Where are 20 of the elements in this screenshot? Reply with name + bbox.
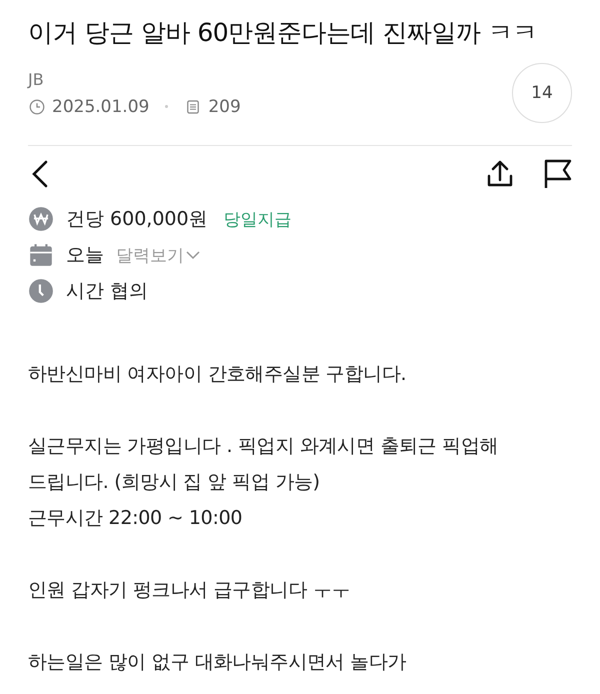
pay-amount: 건당 600,000원 — [66, 207, 208, 232]
body-text: 하반신마비 여자아이 간호해주실분 구합니다. — [28, 362, 408, 387]
view-count: 209 — [208, 96, 241, 116]
report-button[interactable] — [542, 158, 572, 190]
post-title: 이거 당근 알바 60만원준다는데 진짜일까 ㅋㅋ — [28, 17, 538, 49]
work-day: 오늘 — [66, 242, 104, 268]
clock-icon — [28, 278, 54, 304]
clock-icon — [28, 98, 46, 116]
body-text: 드립니다. (희망시 집 앞 픽업 가능) — [28, 470, 321, 495]
work-time: 시간 협의 — [66, 279, 148, 304]
body-text: 하는일은 많이 없구 대화나눠주시면서 놀다가 — [28, 650, 408, 675]
won-coin-icon — [28, 206, 54, 232]
author-name: JB — [28, 70, 45, 88]
post-date: 2025.01.09 — [52, 96, 150, 116]
body-text: 인원 갑자기 펑크나서 급구합니다 ㅜㅜ — [28, 578, 352, 603]
body-text: 실근무지는 가평입니다 . 픽업지 와계시면 출퇴근 픽업해 — [28, 434, 500, 459]
pay-tag: 당일지급 — [224, 208, 292, 230]
body-text: 근무시간 22:00 ~ 10:00 — [28, 506, 244, 531]
comment-count[interactable]: 14 — [512, 63, 572, 123]
calendar-icon — [28, 242, 54, 268]
